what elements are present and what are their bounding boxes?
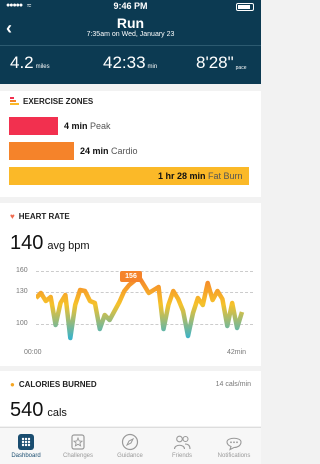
avg-heart-rate: 140 avg bpm	[10, 232, 90, 255]
y-tick-160: 160	[16, 267, 28, 274]
tab-guidance[interactable]: Guidance	[104, 428, 156, 464]
tab-notifications[interactable]: Notifications	[208, 428, 260, 464]
tab-challenges-label: Challenges	[62, 453, 94, 459]
exercise-zones-heading: EXERCISE ZONES	[10, 97, 93, 106]
tab-notifications-label: Notifications	[217, 453, 251, 459]
cardio-zone-label: Cardio	[111, 146, 138, 156]
cardio-zone-bar	[9, 142, 74, 160]
tab-dashboard-label: Dashboard	[11, 453, 41, 459]
duration-value: 42:33	[103, 53, 146, 72]
heart-rate-heading: ♥ HEART RATE	[10, 212, 70, 221]
peak-heart-rate-badge: 156	[120, 271, 142, 282]
tab-guidance-label: Guidance	[117, 453, 143, 459]
cardio-zone-value: 24 min	[80, 146, 109, 156]
peak-zone-value: 4 min	[64, 121, 88, 131]
fat-burn-zone-text: 1 hr 28 min Fat Burn	[158, 171, 243, 181]
calories-rate: 14 cals/min	[215, 381, 251, 388]
calories-title: CALORIES BURNED	[18, 380, 97, 389]
flame-icon: ●	[10, 380, 15, 389]
calories-heading: ● CALORIES BURNED	[10, 380, 97, 389]
status-time: 9:46 PM	[113, 1, 148, 11]
cardio-zone-text: 24 min Cardio	[80, 146, 138, 156]
duration-unit: min	[147, 64, 158, 70]
x-tick-end: 42min	[227, 349, 247, 356]
friends-icon	[173, 435, 191, 450]
avg-heart-rate-value: 140	[10, 232, 44, 254]
status-bar: ●●●●● ≈ 9:46 PM	[0, 0, 261, 13]
y-tick-100: 100	[16, 320, 28, 327]
peak-zone-bar	[9, 117, 58, 135]
tab-friends[interactable]: Friends	[156, 428, 208, 464]
distance-unit: miles	[35, 64, 50, 70]
header: ●●●●● ≈ 9:46 PM ‹ Run 7:35am on Wed, Jan…	[0, 0, 261, 84]
fat-burn-zone-label: Fat Burn	[208, 171, 243, 181]
calories-value: 540	[10, 399, 44, 421]
peak-zone-label: Peak	[90, 121, 111, 131]
tab-bar: Dashboard Challenges Guidance Friends No…	[0, 427, 261, 464]
calories-unit: cals	[47, 407, 67, 419]
compass-icon	[121, 433, 139, 451]
heart-rate-line	[36, 274, 245, 341]
page-subtitle: 7:35am on Wed, January 23	[86, 31, 175, 38]
y-tick-130: 130	[16, 288, 28, 295]
distance-stat: 4.2 miles	[10, 53, 50, 73]
pace-value: 8'28"	[196, 53, 234, 72]
heart-icon: ♥	[10, 212, 15, 221]
tab-challenges[interactable]: Challenges	[52, 428, 104, 464]
distance-value: 4.2	[10, 53, 34, 72]
peak-zone-text: 4 min Peak	[64, 121, 111, 131]
heart-rate-title: HEART RATE	[18, 212, 70, 221]
avg-heart-rate-unit: avg bpm	[47, 240, 90, 252]
challenges-icon	[71, 434, 85, 450]
calories-total: 540 cals	[10, 399, 67, 422]
header-divider	[0, 45, 261, 46]
zones-icon	[10, 97, 19, 105]
heart-rate-chart	[36, 274, 245, 341]
duration-stat: 42:33 min	[103, 53, 157, 73]
tab-dashboard[interactable]: Dashboard	[0, 428, 52, 464]
tab-friends-label: Friends	[171, 453, 192, 459]
x-tick-start: 00:00	[24, 349, 42, 356]
pace-stat: 8'28" pace	[196, 53, 247, 73]
page-title: Run	[116, 15, 145, 31]
battery-icon	[236, 3, 254, 11]
exercise-zones-title: EXERCISE ZONES	[23, 97, 94, 106]
dashboard-icon	[18, 434, 34, 450]
fat-burn-zone-value: 1 hr 28 min	[158, 171, 206, 181]
notifications-icon	[226, 437, 242, 451]
pace-unit: pace	[235, 65, 247, 71]
